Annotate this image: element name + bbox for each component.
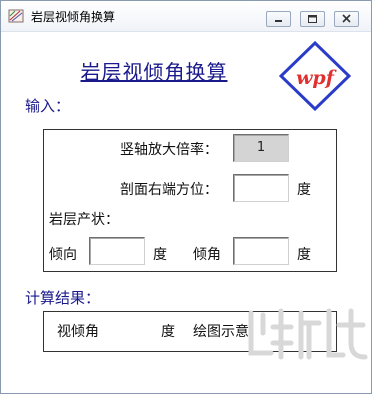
draw-diagram-link[interactable]: 绘图示意: [193, 321, 249, 341]
dip-direction-label: 倾向: [49, 247, 77, 263]
result-section-label: 计算结果：: [25, 289, 101, 307]
section-azimuth-label: 剖面右端方位：: [120, 182, 218, 198]
close-button[interactable]: [334, 11, 359, 27]
apparent-dip-unit: 度: [161, 324, 175, 340]
section-azimuth-unit: 度: [297, 182, 311, 198]
logo-text: wpf: [296, 67, 337, 89]
window-title: 岩层视倾角换算: [31, 10, 116, 24]
apparent-dip-label: 视倾角: [57, 324, 99, 340]
watermark-graphic: [248, 308, 368, 360]
dip-angle-unit: 度: [297, 247, 311, 263]
maximize-button[interactable]: [300, 11, 325, 27]
title-bar[interactable]: 岩层视倾角换算: [1, 1, 371, 32]
page-title: 岩层视倾角换算: [80, 60, 228, 84]
minimize-icon: [275, 20, 282, 22]
close-icon: [342, 14, 351, 23]
occurrence-label: 岩层产状：: [49, 212, 119, 228]
dip-direction-unit: 度: [153, 247, 167, 263]
app-icon: [8, 9, 24, 23]
dip-direction-input[interactable]: [89, 237, 145, 265]
dip-angle-label: 倾角: [193, 247, 221, 263]
minimize-button[interactable]: [266, 11, 291, 27]
app-window: 岩层视倾角换算 岩层视倾角换算 wpf 输入： 竖轴放大倍率： 1 剖面右端方位…: [0, 0, 372, 394]
dip-angle-input[interactable]: [233, 237, 289, 265]
input-section-label: 输入：: [25, 97, 71, 115]
section-azimuth-input[interactable]: [233, 174, 289, 202]
magnification-field: 1: [233, 134, 289, 162]
magnification-label: 竖轴放大倍率：: [120, 142, 218, 158]
wpf-logo: wpf: [279, 41, 351, 111]
maximize-icon: [308, 15, 317, 23]
